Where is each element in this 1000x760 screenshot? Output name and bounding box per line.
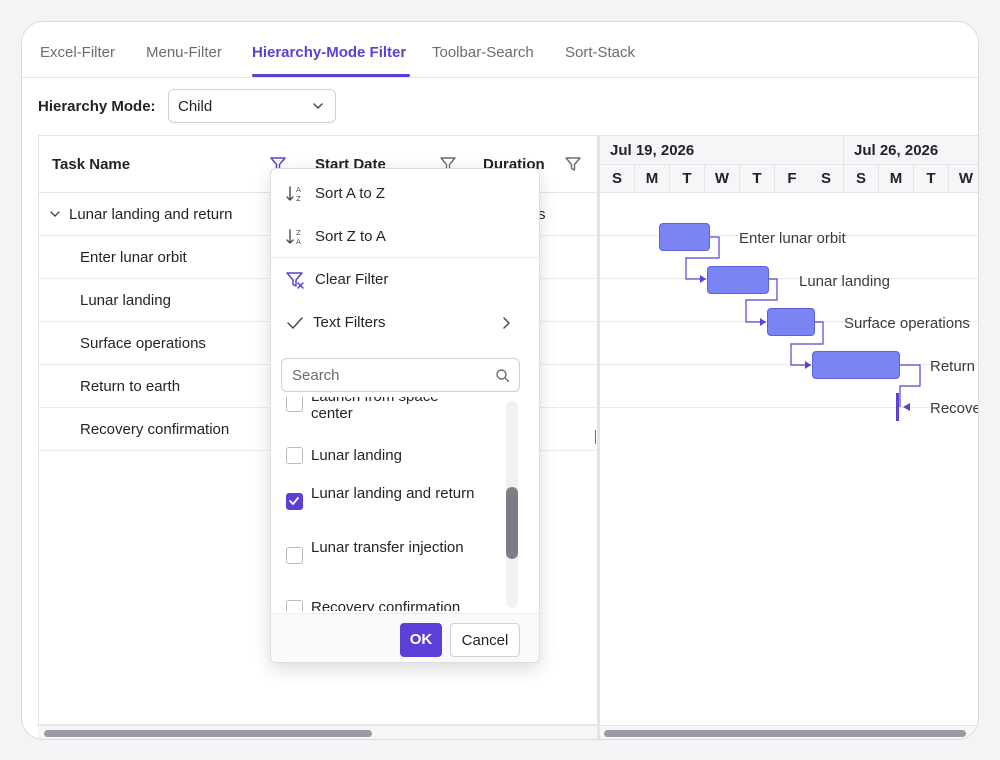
- list-item-label: Lunar landing: [311, 447, 402, 464]
- sort-ascending-label: Sort A to Z: [315, 185, 386, 202]
- sort-descending-icon: Z A: [286, 229, 301, 246]
- scrollbar-thumb[interactable]: [44, 730, 372, 737]
- svg-text:A: A: [296, 238, 301, 246]
- tab-excel-filter[interactable]: Excel-Filter: [40, 44, 115, 61]
- cancel-button[interactable]: Cancel: [450, 623, 520, 657]
- clear-filter-icon: [286, 272, 304, 289]
- milestone-marker[interactable]: [896, 393, 899, 421]
- svg-text:Z: Z: [296, 195, 301, 203]
- text-filters-label: Text Filters: [313, 314, 386, 331]
- list-item-label: Recovery confirmation: [311, 599, 461, 611]
- ok-button[interactable]: OK: [400, 623, 442, 657]
- scrollbar-thumb[interactable]: [604, 730, 966, 737]
- chevron-down-icon[interactable]: [49, 208, 61, 220]
- search-icon: [496, 369, 510, 383]
- list-item-label: Launch from space center: [311, 397, 439, 422]
- task-name-cell: Lunar landing: [80, 292, 171, 309]
- list-item-label: Lunar landing and return: [311, 485, 475, 502]
- checkbox[interactable]: [286, 547, 303, 564]
- checkbox[interactable]: [286, 447, 303, 464]
- task-bar-label: Return to earth: [930, 358, 978, 375]
- filter-search-box[interactable]: [281, 358, 520, 392]
- filter-search-input[interactable]: [283, 360, 483, 390]
- task-bar-label: Enter lunar orbit: [739, 230, 846, 247]
- scrollbar-thumb[interactable]: [506, 487, 518, 559]
- tab-toolbar-search[interactable]: Toolbar-Search: [432, 44, 534, 61]
- filter-value-list: Launch from space center Lunar landing L…: [271, 397, 539, 611]
- task-bar-label: Recovery confirmation: [930, 400, 978, 417]
- task-name-cell: Enter lunar orbit: [80, 249, 187, 266]
- tab-menu-filter[interactable]: Menu-Filter: [146, 44, 222, 61]
- filter-list-scrollbar[interactable]: [506, 401, 518, 608]
- duration-filter-icon[interactable]: [564, 155, 582, 173]
- task-name-cell: Recovery confirmation: [80, 421, 230, 438]
- hierarchy-mode-label: Hierarchy Mode:: [38, 98, 156, 115]
- svg-text:A: A: [296, 186, 301, 194]
- task-name-cell: Lunar landing and return: [69, 206, 233, 223]
- checkbox[interactable]: [286, 493, 303, 510]
- hierarchy-mode-value: Child: [178, 98, 213, 115]
- chevron-right-icon: [503, 317, 510, 329]
- clear-filter-menu-item[interactable]: Clear Filter: [271, 258, 539, 301]
- sort-descending-label: Sort Z to A: [315, 228, 386, 245]
- sort-descending-menu-item[interactable]: Z A Sort Z to A: [271, 215, 539, 258]
- task-bar[interactable]: [767, 308, 815, 336]
- check-icon: [287, 317, 303, 329]
- dependency-connectors: [685, 236, 921, 411]
- grid-horizontal-scrollbar[interactable]: [38, 725, 597, 739]
- task-bar-label: Surface operations: [844, 315, 970, 332]
- gantt-chart: Jul 19, 2026 Jul 26, 2026 S M T W T F S …: [600, 135, 978, 739]
- clear-filter-label: Clear Filter: [315, 271, 389, 288]
- sort-ascending-icon: A Z: [286, 186, 301, 203]
- tab-sort-stack[interactable]: Sort-Stack: [565, 44, 635, 61]
- task-bar[interactable]: [812, 351, 900, 379]
- hierarchy-mode-dropdown[interactable]: Child: [168, 89, 336, 123]
- active-tab-indicator: [252, 74, 410, 77]
- chart-horizontal-scrollbar[interactable]: [600, 725, 978, 739]
- filter-popup-footer: OK Cancel: [271, 613, 539, 662]
- chevron-down-icon: [313, 103, 323, 109]
- tab-hierarchy-mode-filter[interactable]: Hierarchy-Mode Filter: [252, 44, 406, 61]
- task-bar-label: Lunar landing: [799, 273, 890, 290]
- sort-ascending-menu-item[interactable]: A Z Sort A to Z: [271, 172, 539, 215]
- filter-popup: A Z Sort A to Z Z A Sort Z to A Clear Fi…: [270, 168, 540, 663]
- task-bar[interactable]: [659, 223, 710, 251]
- checkbox[interactable]: [286, 600, 303, 611]
- column-header-task-name[interactable]: Task Name: [52, 156, 130, 173]
- task-name-cell: Return to earth: [80, 378, 181, 395]
- checkbox[interactable]: [286, 397, 303, 412]
- task-name-cell: Surface operations: [80, 335, 206, 352]
- svg-text:Z: Z: [296, 229, 301, 237]
- check-icon: [289, 497, 299, 505]
- tab-bar: Excel-Filter Menu-Filter Hierarchy-Mode …: [22, 22, 978, 78]
- task-bar[interactable]: [707, 266, 769, 294]
- text-filters-menu-item[interactable]: Text Filters: [271, 301, 539, 344]
- list-item-label: Lunar transfer injection: [311, 539, 464, 556]
- splitter-grip[interactable]: [595, 430, 596, 444]
